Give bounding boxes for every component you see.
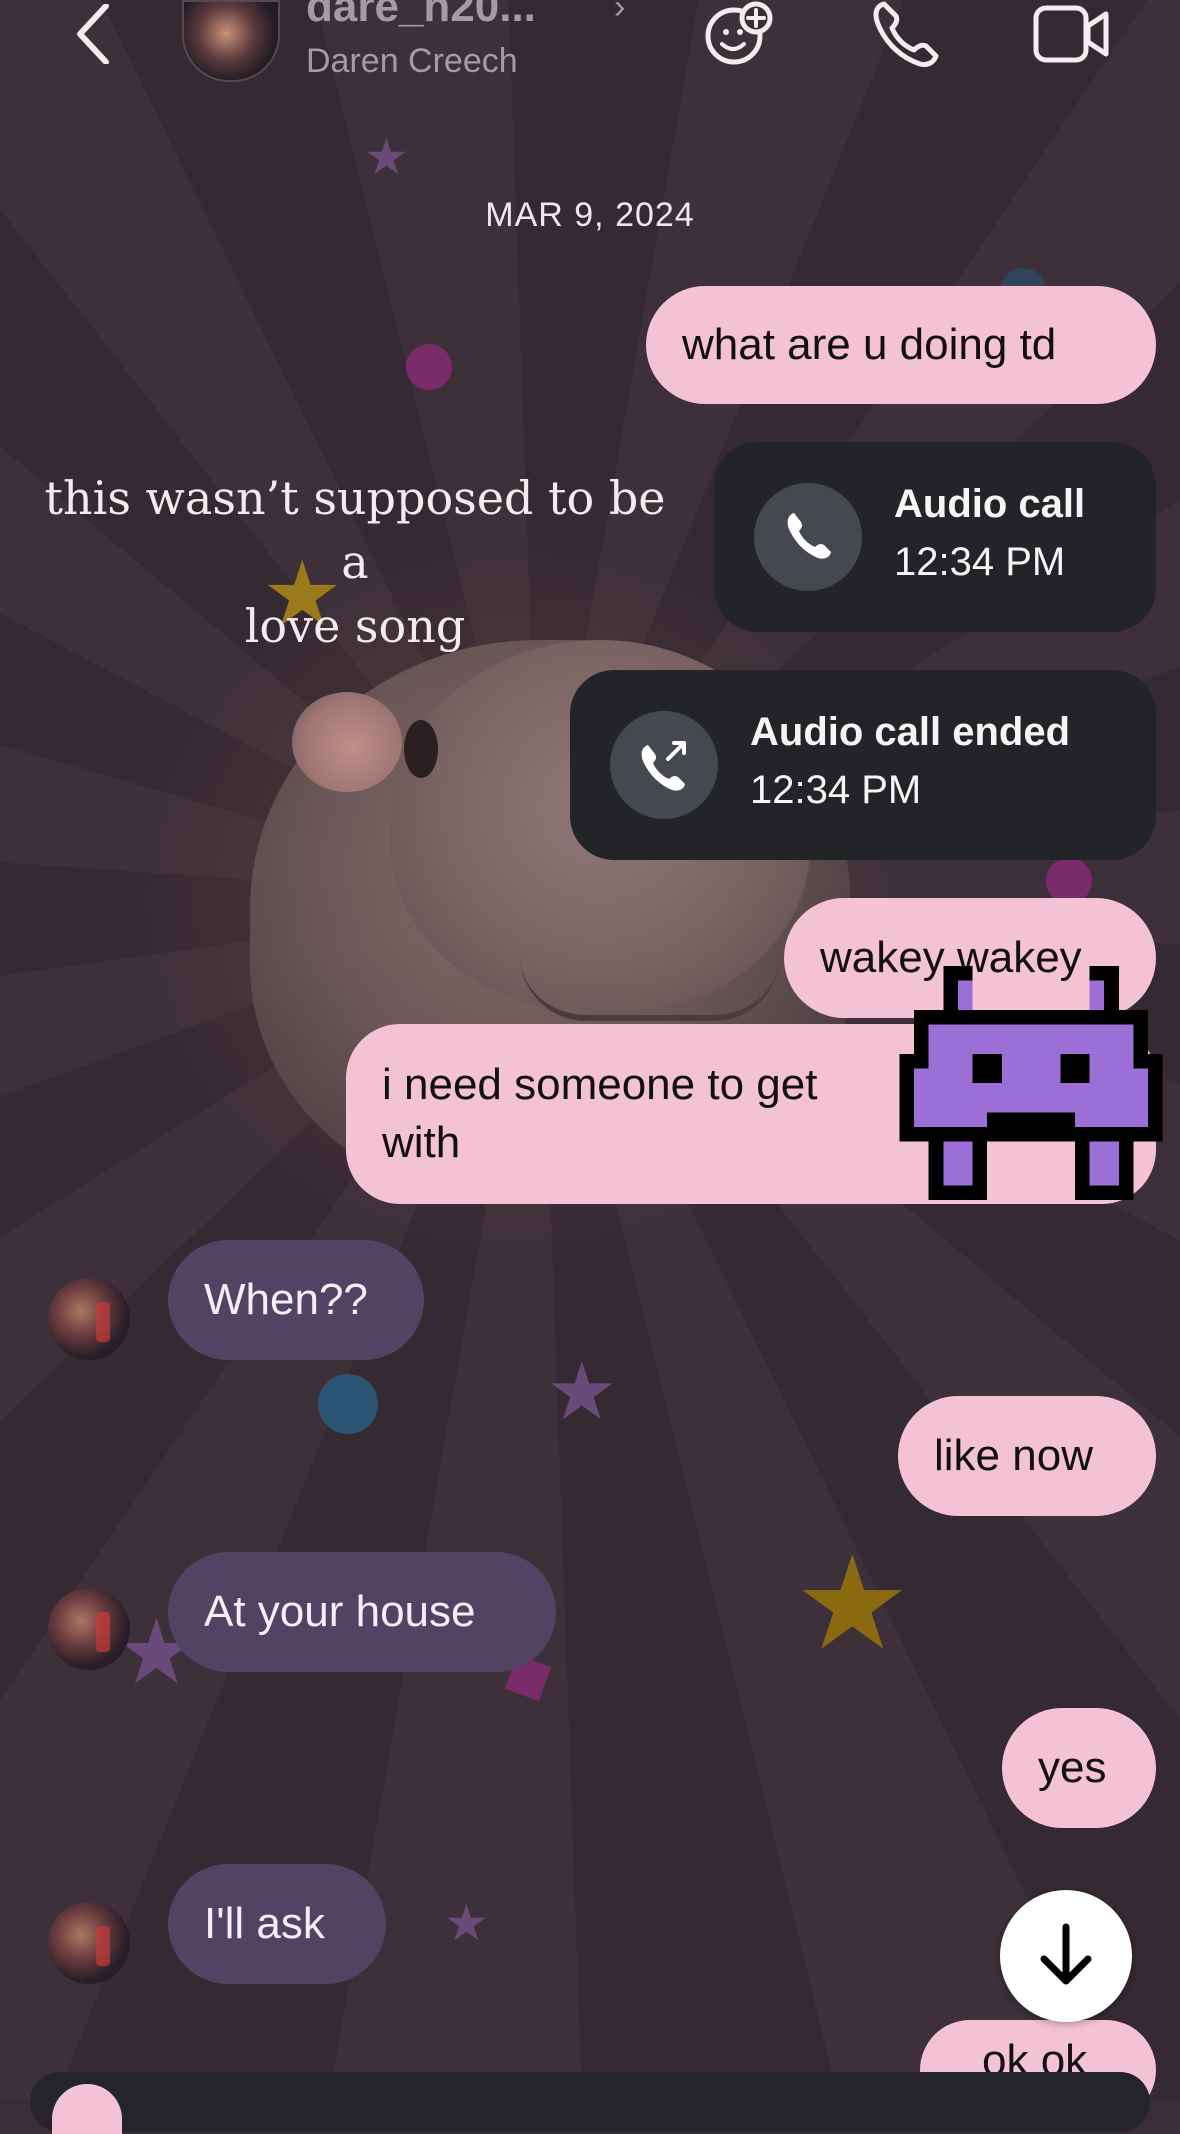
- message-incoming[interactable]: At your house: [168, 1552, 556, 1672]
- lyric-overlay: this wasn’t supposed to be a love song: [30, 466, 680, 658]
- message-outgoing[interactable]: yes: [1002, 1708, 1156, 1828]
- call-time: 12:34 PM: [894, 540, 1066, 584]
- phone-icon: [754, 483, 862, 591]
- hippo-wallpaper-mouth: [520, 955, 780, 1021]
- decor-dot: [318, 1374, 378, 1434]
- message-text: what are u doing td: [682, 320, 1057, 369]
- avatar[interactable]: [48, 1588, 130, 1670]
- avatar[interactable]: [182, 0, 280, 82]
- message-outgoing[interactable]: what are u doing td: [646, 286, 1156, 404]
- call-time: 12:34 PM: [750, 768, 922, 812]
- call-title: Audio call ended: [750, 710, 1071, 754]
- avatar[interactable]: [48, 1902, 130, 1984]
- message-text: I'll ask: [204, 1899, 325, 1948]
- avatar[interactable]: [48, 1278, 130, 1360]
- message-incoming[interactable]: When??: [168, 1240, 424, 1360]
- phone-icon[interactable]: [866, 0, 946, 70]
- message-text: with: [382, 1118, 461, 1167]
- decor-star: ★: [444, 1894, 489, 1952]
- hippo-wallpaper-eye: [404, 720, 438, 778]
- effects-icon[interactable]: [700, 0, 780, 70]
- back-chevron-icon[interactable]: [70, 3, 120, 65]
- message-incoming[interactable]: I'll ask: [168, 1864, 386, 1984]
- hippo-wallpaper-ear: [292, 692, 402, 792]
- message-text: At your house: [204, 1587, 476, 1636]
- arrow-down-icon: [1040, 1923, 1092, 1985]
- decor-star: ★: [546, 1345, 618, 1438]
- message-outgoing[interactable]: like now: [898, 1396, 1156, 1516]
- call-title: Audio call: [894, 482, 1086, 526]
- display-name[interactable]: Daren Creech: [306, 42, 518, 81]
- chevron-right-icon[interactable]: ›: [614, 0, 625, 27]
- decor-star: ★: [364, 128, 409, 186]
- video-icon[interactable]: [1032, 0, 1112, 70]
- decor-dot: [406, 344, 452, 390]
- scroll-down-button[interactable]: [1000, 1890, 1132, 2022]
- username[interactable]: dare_h20...: [306, 0, 536, 32]
- space-invader-sticker-icon: [896, 966, 1166, 1200]
- lyric-line: this wasn’t supposed to be a: [44, 471, 666, 589]
- decor-star: ★: [794, 1527, 911, 1679]
- message-text: like now: [934, 1431, 1093, 1480]
- phone-outgoing-icon: [610, 711, 718, 819]
- date-divider: MAR 9, 2024: [485, 196, 695, 234]
- message-text: i need someone to get: [382, 1060, 818, 1109]
- message-text: yes: [1038, 1743, 1107, 1792]
- lyric-line: love song: [244, 599, 466, 653]
- message-text: When??: [204, 1275, 368, 1324]
- audio-call-card[interactable]: Audio call 12:34 PM: [714, 442, 1156, 632]
- message-composer[interactable]: [30, 2072, 1150, 2132]
- chat-header: dare_h20... › Daren Creech: [0, 0, 1180, 90]
- audio-call-ended-card[interactable]: Audio call ended 12:34 PM: [570, 670, 1156, 860]
